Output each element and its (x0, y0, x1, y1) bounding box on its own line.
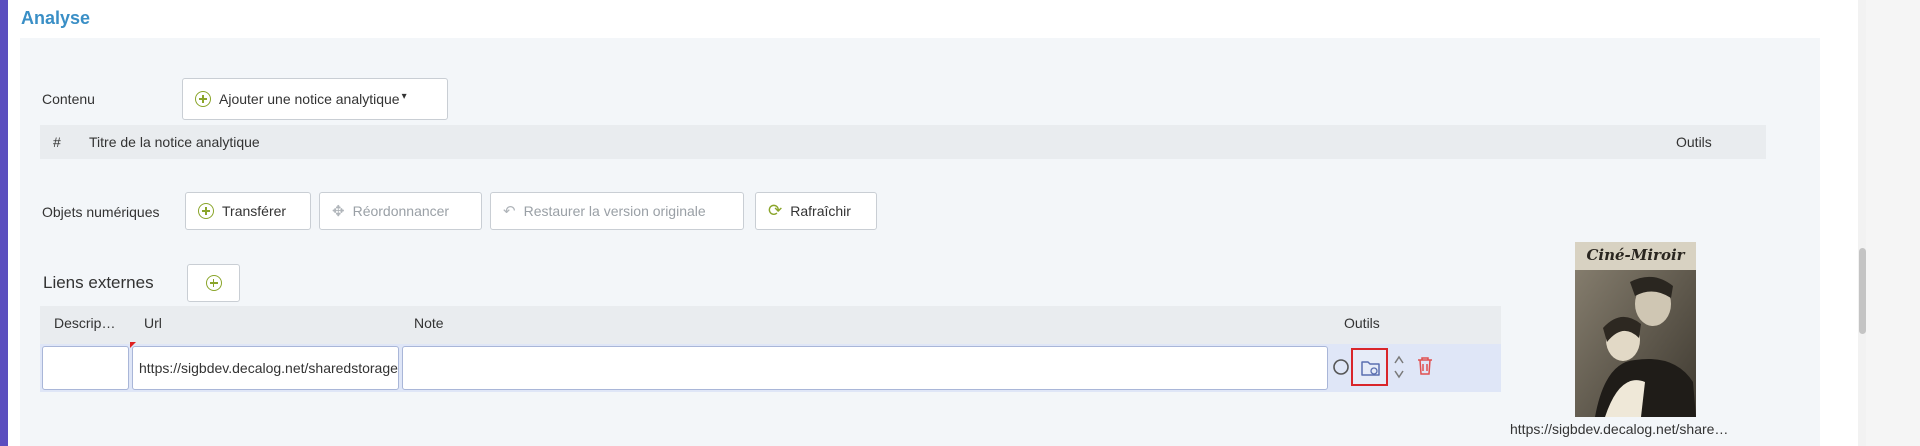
transfer-label: Transférer (222, 203, 287, 219)
scrollbar-track[interactable] (1858, 0, 1866, 446)
transfer-button[interactable]: Transférer (185, 192, 311, 230)
add-analytic-notice-label: Ajouter une notice analytique (219, 91, 400, 107)
contenu-label: Contenu (42, 91, 95, 107)
refresh-button[interactable]: ⟳ Rafraîchir (755, 192, 877, 230)
thumbnail-caption: https://sigbdev.decalog.net/share… (1510, 421, 1729, 437)
description-input[interactable] (42, 346, 129, 390)
col-index: # (53, 134, 61, 150)
add-analytic-notice-button[interactable]: Ajouter une notice analytique ▾ (182, 78, 448, 120)
browse-folder-button[interactable] (1351, 348, 1388, 386)
col-title: Titre de la notice analytique (89, 134, 260, 150)
liens-externes-label: Liens externes (43, 273, 154, 292)
col-url: Url (144, 315, 162, 331)
section-title: Analyse (21, 8, 91, 28)
restore-original-label: Restaurer la version originale (523, 203, 706, 219)
contenu-table-header: # Titre de la notice analytique Outils (40, 125, 1766, 159)
left-accent-bar (0, 0, 8, 446)
magazine-title: Ciné-Miroir (1586, 246, 1685, 264)
objets-numeriques-label: Objets numériques (42, 204, 160, 220)
liens-table-header: Descrip… Url Note Outils (40, 306, 1501, 344)
refresh-label: Rafraîchir (790, 203, 851, 219)
note-input[interactable] (402, 346, 1328, 390)
col-tools: Outils (1344, 315, 1380, 331)
undo-icon: ↶ (503, 203, 516, 220)
magazine-cover-thumbnail: Ciné-Miroir (1575, 242, 1696, 417)
col-description: Descrip… (54, 315, 116, 331)
caret-down-icon: ▾ (401, 90, 407, 102)
reorder-label: Réordonnancer (352, 203, 450, 219)
plus-circle-icon (198, 203, 214, 219)
plus-circle-icon (195, 91, 211, 107)
restore-original-button[interactable]: ↶ Restaurer la version originale (490, 192, 744, 230)
search-icon[interactable] (1332, 358, 1352, 378)
add-external-link-button[interactable] (187, 264, 240, 302)
reorder-button[interactable]: ✥ Réordonnancer (319, 192, 482, 230)
col-tools: Outils (1676, 134, 1712, 150)
url-input[interactable]: https://sigbdev.decalog.net/sharedstorag… (132, 346, 399, 390)
move-arrows-icon: ✥ (332, 203, 345, 220)
reorder-up-down-icon[interactable] (1392, 352, 1406, 382)
plus-circle-icon (205, 275, 222, 291)
col-note: Note (414, 315, 444, 331)
scrollbar-thumb[interactable] (1859, 248, 1866, 334)
right-margin (1866, 0, 1920, 446)
trash-icon[interactable] (1416, 356, 1434, 376)
refresh-icon: ⟳ (768, 201, 783, 220)
folder-icon (1361, 361, 1380, 376)
